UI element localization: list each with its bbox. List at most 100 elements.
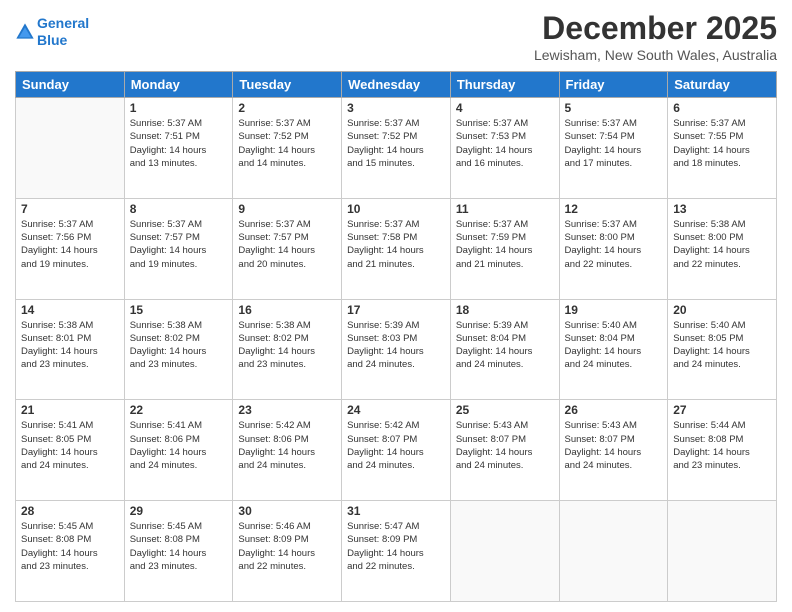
calendar-cell-3-5: 26 Sunrise: 5:43 AMSunset: 8:07 PMDayligh… <box>559 400 668 501</box>
day-number: 23 <box>238 403 336 417</box>
title-block: December 2025 Lewisham, New South Wales,… <box>534 10 777 63</box>
calendar-cell-3-3: 24 Sunrise: 5:42 AMSunset: 8:07 PMDayligh… <box>342 400 451 501</box>
day-info: Sunrise: 5:37 AMSunset: 7:51 PMDaylight:… <box>130 117 228 170</box>
day-number: 10 <box>347 202 445 216</box>
calendar-cell-4-2: 30Sunrise: 5:46 AMSunset: 8:09 PMDayligh… <box>233 501 342 602</box>
day-info: Sunrise: 5:39 AMSunset: 8:03 PMDaylight:… <box>347 319 445 372</box>
day-info: Sunrise: 5:37 AMSunset: 8:00 PMDaylight:… <box>565 218 663 271</box>
calendar-cell-0-0 <box>16 98 125 199</box>
day-number: 22 <box>130 403 228 417</box>
day-info: Sunrise: 5:37 AMSunset: 7:56 PMDaylight:… <box>21 218 119 271</box>
calendar-week-2: 14 Sunrise: 5:38 AMSunset: 8:01 PMDayligh… <box>16 299 777 400</box>
day-info: Sunrise: 5:41 AMSunset: 8:06 PMDaylight:… <box>130 419 228 472</box>
calendar-table: Sunday Monday Tuesday Wednesday Thursday… <box>15 71 777 602</box>
logo: General Blue <box>15 15 89 49</box>
day-info: Sunrise: 5:38 AMSunset: 8:02 PMDaylight:… <box>130 319 228 372</box>
day-number: 5 <box>565 101 663 115</box>
calendar-cell-2-6: 20 Sunrise: 5:40 AMSunset: 8:05 PMDayligh… <box>668 299 777 400</box>
day-number: 20 <box>673 303 771 317</box>
calendar-week-4: 28 Sunrise: 5:45 AMSunset: 8:08 PMDayligh… <box>16 501 777 602</box>
calendar-cell-2-3: 17 Sunrise: 5:39 AMSunset: 8:03 PMDayligh… <box>342 299 451 400</box>
calendar-cell-1-6: 13Sunrise: 5:38 AMSunset: 8:00 PMDayligh… <box>668 198 777 299</box>
col-monday: Monday <box>124 72 233 98</box>
day-info: Sunrise: 5:38 AMSunset: 8:02 PMDaylight:… <box>238 319 336 372</box>
calendar-week-0: 1 Sunrise: 5:37 AMSunset: 7:51 PMDaylight… <box>16 98 777 199</box>
day-info: Sunrise: 5:40 AMSunset: 8:04 PMDaylight:… <box>565 319 663 372</box>
page: General Blue December 2025 Lewisham, New… <box>0 0 792 612</box>
col-wednesday: Wednesday <box>342 72 451 98</box>
day-number: 24 <box>347 403 445 417</box>
day-info: Sunrise: 5:37 AMSunset: 7:57 PMDaylight:… <box>130 218 228 271</box>
calendar-week-1: 7 Sunrise: 5:37 AMSunset: 7:56 PMDaylight… <box>16 198 777 299</box>
day-number: 11 <box>456 202 554 216</box>
col-friday: Friday <box>559 72 668 98</box>
col-tuesday: Tuesday <box>233 72 342 98</box>
day-info: Sunrise: 5:44 AMSunset: 8:08 PMDaylight:… <box>673 419 771 472</box>
day-info: Sunrise: 5:37 AMSunset: 7:59 PMDaylight:… <box>456 218 554 271</box>
calendar-cell-0-3: 3Sunrise: 5:37 AMSunset: 7:52 PMDaylight… <box>342 98 451 199</box>
calendar-header-row: Sunday Monday Tuesday Wednesday Thursday… <box>16 72 777 98</box>
calendar-cell-1-3: 10 Sunrise: 5:37 AMSunset: 7:58 PMDayligh… <box>342 198 451 299</box>
day-number: 2 <box>238 101 336 115</box>
day-info: Sunrise: 5:43 AMSunset: 8:07 PMDaylight:… <box>565 419 663 472</box>
location: Lewisham, New South Wales, Australia <box>534 47 777 63</box>
day-number: 3 <box>347 101 445 115</box>
calendar-cell-1-0: 7 Sunrise: 5:37 AMSunset: 7:56 PMDaylight… <box>16 198 125 299</box>
calendar-week-3: 21 Sunrise: 5:41 AMSunset: 8:05 PMDayligh… <box>16 400 777 501</box>
day-info: Sunrise: 5:37 AMSunset: 7:52 PMDaylight:… <box>238 117 336 170</box>
calendar-cell-0-5: 5 Sunrise: 5:37 AMSunset: 7:54 PMDaylight… <box>559 98 668 199</box>
logo-line1: General <box>37 15 89 31</box>
day-number: 1 <box>130 101 228 115</box>
calendar-cell-4-3: 31Sunrise: 5:47 AMSunset: 8:09 PMDayligh… <box>342 501 451 602</box>
day-info: Sunrise: 5:39 AMSunset: 8:04 PMDaylight:… <box>456 319 554 372</box>
day-number: 6 <box>673 101 771 115</box>
day-number: 26 <box>565 403 663 417</box>
calendar-cell-4-4 <box>450 501 559 602</box>
day-number: 19 <box>565 303 663 317</box>
calendar-cell-3-4: 25 Sunrise: 5:43 AMSunset: 8:07 PMDayligh… <box>450 400 559 501</box>
day-info: Sunrise: 5:47 AMSunset: 8:09 PMDaylight:… <box>347 520 445 573</box>
day-number: 4 <box>456 101 554 115</box>
header: General Blue December 2025 Lewisham, New… <box>15 10 777 63</box>
day-info: Sunrise: 5:38 AMSunset: 8:01 PMDaylight:… <box>21 319 119 372</box>
day-number: 18 <box>456 303 554 317</box>
day-number: 12 <box>565 202 663 216</box>
logo-icon <box>15 22 35 42</box>
calendar-cell-1-2: 9Sunrise: 5:37 AMSunset: 7:57 PMDaylight… <box>233 198 342 299</box>
calendar-cell-4-5 <box>559 501 668 602</box>
day-info: Sunrise: 5:37 AMSunset: 7:54 PMDaylight:… <box>565 117 663 170</box>
day-info: Sunrise: 5:41 AMSunset: 8:05 PMDaylight:… <box>21 419 119 472</box>
calendar-cell-0-2: 2 Sunrise: 5:37 AMSunset: 7:52 PMDaylight… <box>233 98 342 199</box>
calendar-cell-2-1: 15 Sunrise: 5:38 AMSunset: 8:02 PMDayligh… <box>124 299 233 400</box>
calendar-cell-4-0: 28Sunrise: 5:45 AMSunset: 8:08 PMDayligh… <box>16 501 125 602</box>
day-info: Sunrise: 5:40 AMSunset: 8:05 PMDaylight:… <box>673 319 771 372</box>
calendar-cell-3-6: 27 Sunrise: 5:44 AMSunset: 8:08 PMDayligh… <box>668 400 777 501</box>
col-saturday: Saturday <box>668 72 777 98</box>
day-info: Sunrise: 5:38 AMSunset: 8:00 PMDaylight:… <box>673 218 771 271</box>
calendar-cell-2-0: 14 Sunrise: 5:38 AMSunset: 8:01 PMDayligh… <box>16 299 125 400</box>
logo-line2: Blue <box>37 32 67 48</box>
day-number: 15 <box>130 303 228 317</box>
col-thursday: Thursday <box>450 72 559 98</box>
day-number: 21 <box>21 403 119 417</box>
day-number: 29 <box>130 504 228 518</box>
day-info: Sunrise: 5:45 AMSunset: 8:08 PMDaylight:… <box>130 520 228 573</box>
day-number: 17 <box>347 303 445 317</box>
day-number: 14 <box>21 303 119 317</box>
calendar-cell-0-1: 1 Sunrise: 5:37 AMSunset: 7:51 PMDaylight… <box>124 98 233 199</box>
day-info: Sunrise: 5:37 AMSunset: 7:58 PMDaylight:… <box>347 218 445 271</box>
day-number: 7 <box>21 202 119 216</box>
calendar-cell-2-5: 19 Sunrise: 5:40 AMSunset: 8:04 PMDayligh… <box>559 299 668 400</box>
day-info: Sunrise: 5:43 AMSunset: 8:07 PMDaylight:… <box>456 419 554 472</box>
day-info: Sunrise: 5:42 AMSunset: 8:07 PMDaylight:… <box>347 419 445 472</box>
day-number: 16 <box>238 303 336 317</box>
day-number: 28 <box>21 504 119 518</box>
calendar-cell-3-0: 21 Sunrise: 5:41 AMSunset: 8:05 PMDayligh… <box>16 400 125 501</box>
day-number: 27 <box>673 403 771 417</box>
calendar-cell-1-1: 8Sunrise: 5:37 AMSunset: 7:57 PMDaylight… <box>124 198 233 299</box>
calendar-cell-3-1: 22 Sunrise: 5:41 AMSunset: 8:06 PMDayligh… <box>124 400 233 501</box>
col-sunday: Sunday <box>16 72 125 98</box>
day-number: 9 <box>238 202 336 216</box>
calendar-cell-0-6: 6Sunrise: 5:37 AMSunset: 7:55 PMDaylight… <box>668 98 777 199</box>
day-number: 25 <box>456 403 554 417</box>
